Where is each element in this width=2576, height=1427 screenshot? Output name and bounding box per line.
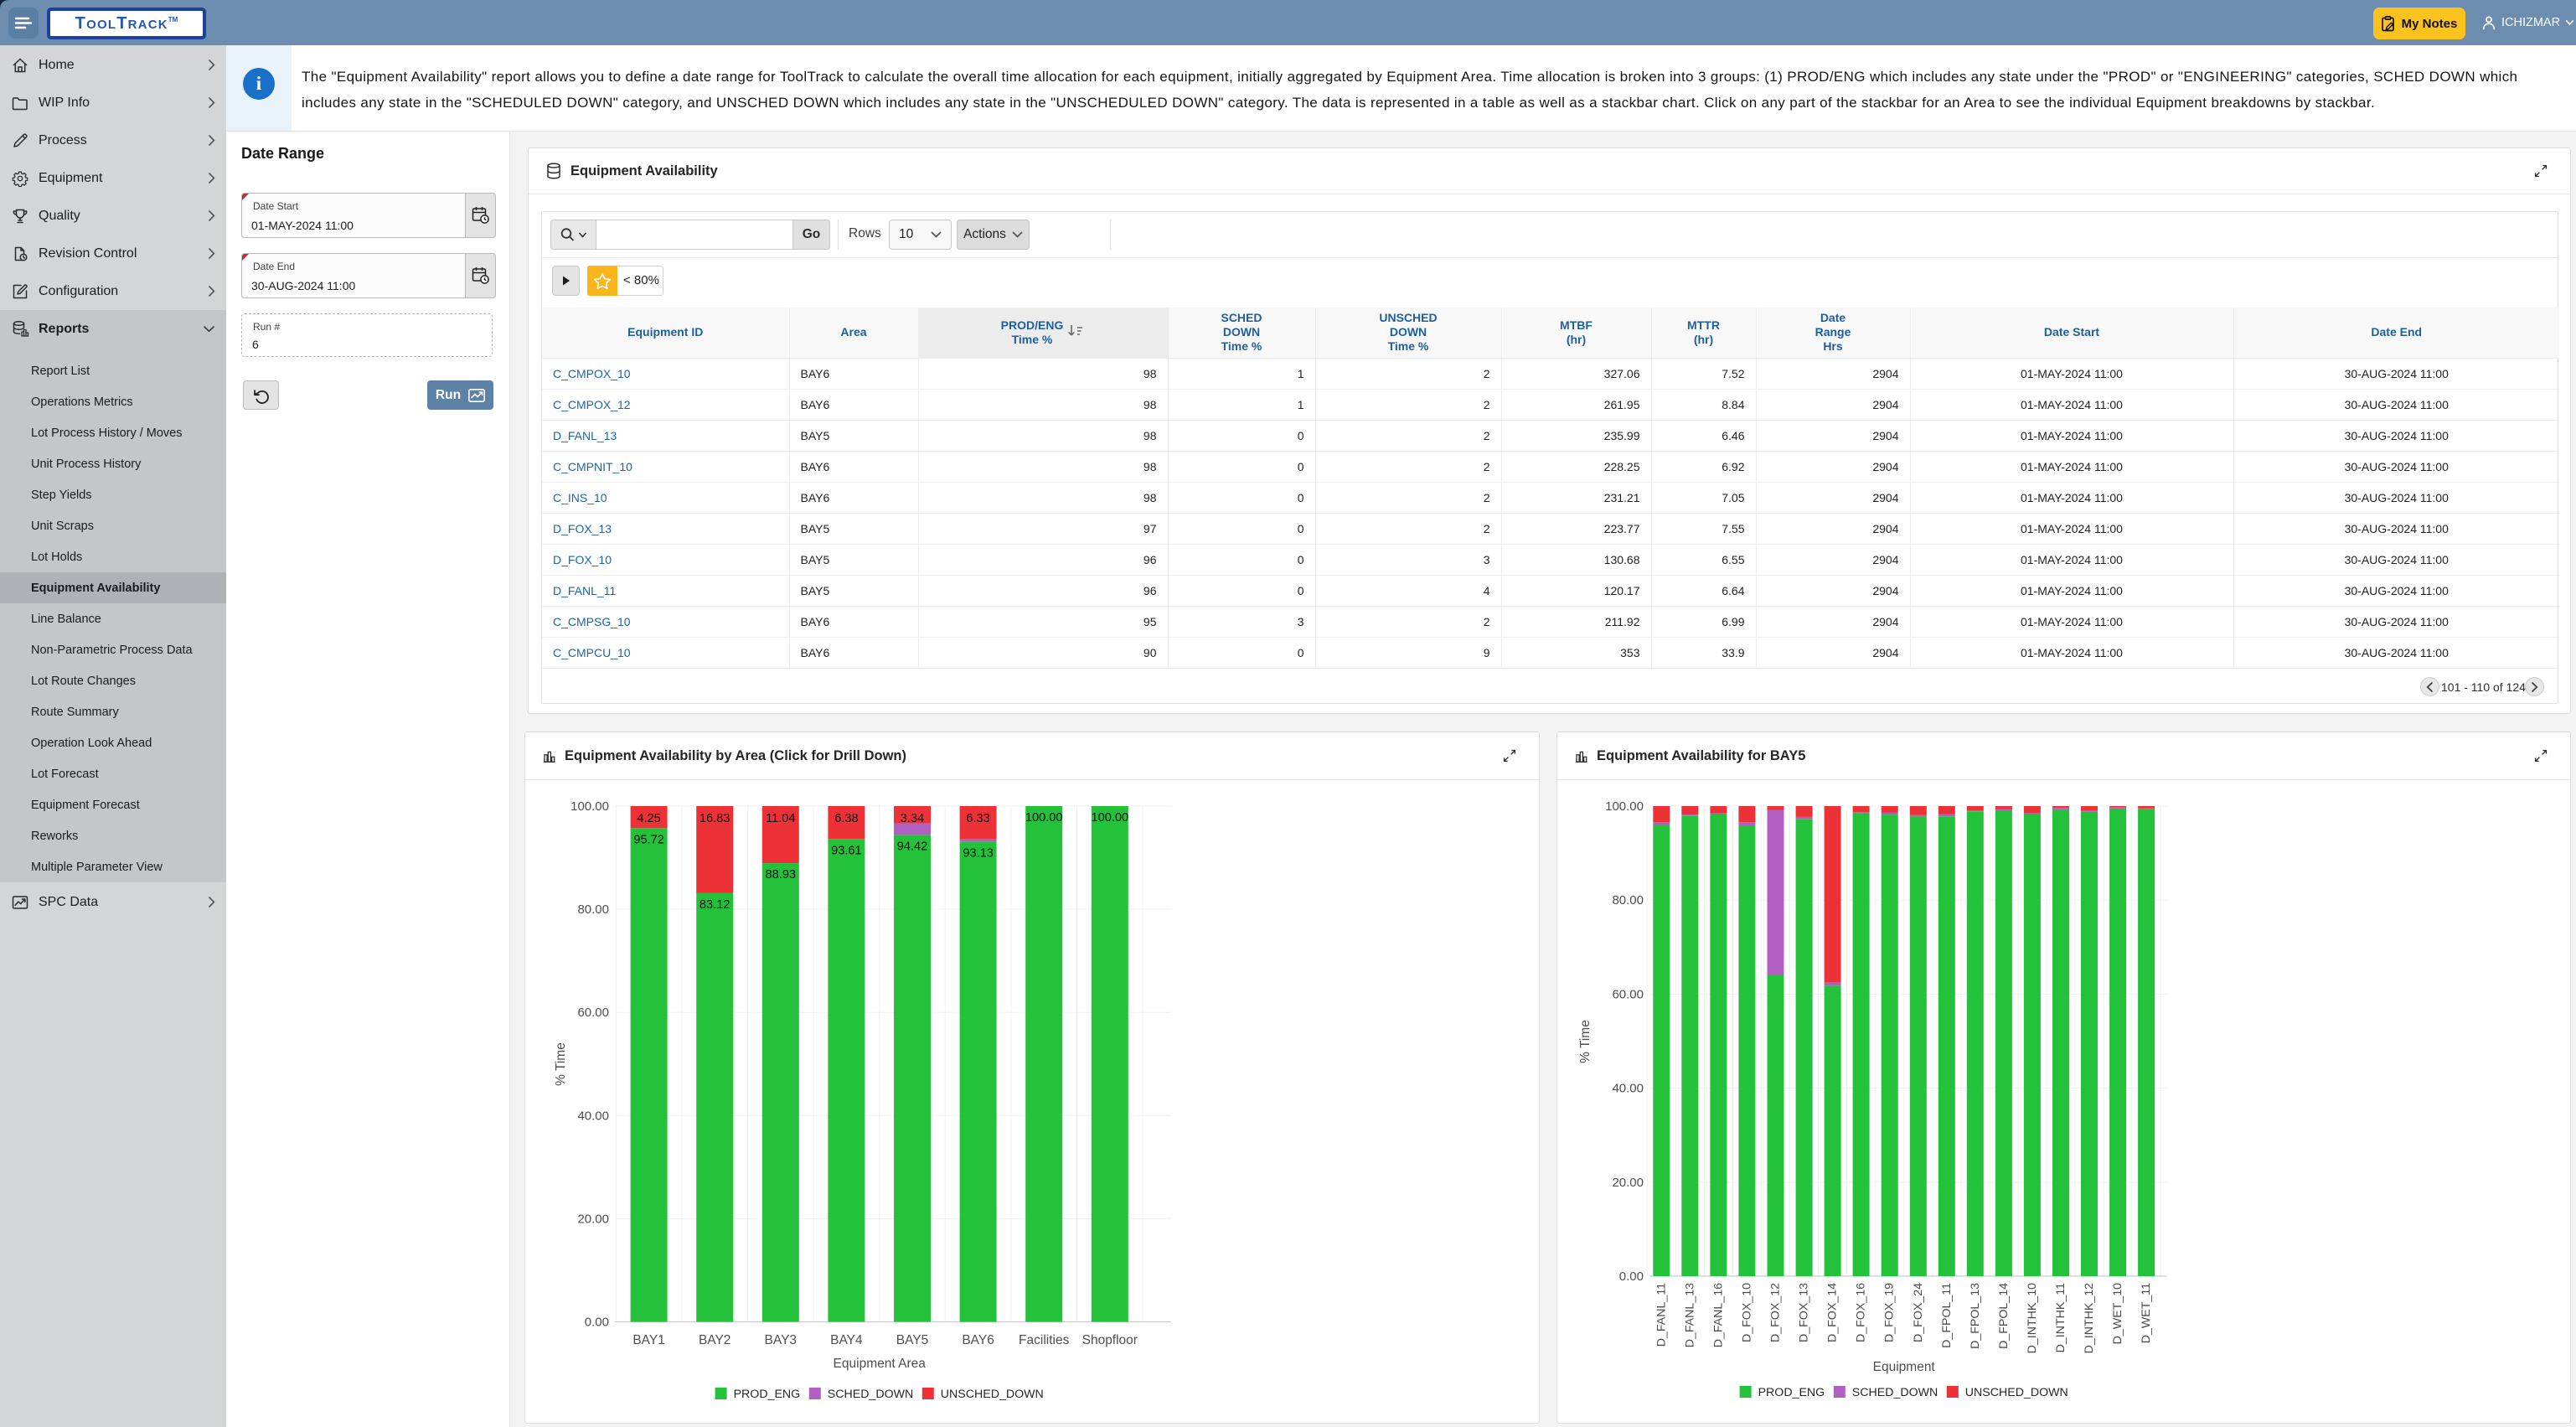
svg-text:SCHED_DOWN: SCHED_DOWN [1852,1386,1938,1399]
svg-text:UNSCHED_DOWN: UNSCHED_DOWN [941,1388,1044,1401]
svg-text:D_WET_11: D_WET_11 [2140,1283,2153,1343]
svg-text:D_FANL_16: D_FANL_16 [1711,1283,1725,1347]
svg-text:D_INTHK_12: D_INTHK_12 [2083,1283,2096,1353]
svg-text:0.00: 0.00 [1619,1269,1644,1284]
svg-text:D_FOX_12: D_FOX_12 [1769,1283,1783,1342]
svg-text:83.12: 83.12 [699,898,730,912]
svg-text:D_FOX_13: D_FOX_13 [1798,1283,1811,1342]
svg-text:BAY1: BAY1 [632,1333,665,1347]
svg-text:93.61: 93.61 [831,844,862,857]
svg-text:88.93: 88.93 [766,868,797,882]
svg-text:% Time: % Time [1578,1020,1593,1063]
svg-text:D_FPOL_13: D_FPOL_13 [1969,1283,1982,1349]
svg-text:Shopfloor: Shopfloor [1082,1333,1138,1347]
svg-text:80.00: 80.00 [577,902,609,917]
svg-text:D_FOX_10: D_FOX_10 [1740,1283,1753,1342]
svg-text:D_FANL_13: D_FANL_13 [1683,1283,1696,1347]
svg-text:D_INTHK_11: D_INTHK_11 [2054,1283,2068,1352]
svg-text:100.00: 100.00 [570,799,609,814]
svg-text:100.00: 100.00 [1605,799,1644,814]
svg-text:D_INTHK_10: D_INTHK_10 [2026,1283,2039,1353]
svg-text:16.83: 16.83 [699,812,730,825]
svg-text:Equipment: Equipment [1873,1360,1936,1374]
svg-text:Equipment Area: Equipment Area [834,1357,927,1371]
svg-text:20.00: 20.00 [577,1212,609,1226]
svg-text:D_FOX_19: D_FOX_19 [1883,1283,1897,1342]
svg-text:% Time: % Time [554,1042,568,1086]
svg-text:6.33: 6.33 [966,812,989,825]
svg-text:D_WET_10: D_WET_10 [2111,1283,2124,1344]
svg-text:80.00: 80.00 [1612,893,1644,907]
svg-text:D_FANL_11: D_FANL_11 [1655,1283,1668,1347]
svg-text:BAY6: BAY6 [962,1333,994,1347]
svg-text:SCHED_DOWN: SCHED_DOWN [828,1388,913,1401]
svg-text:BAY3: BAY3 [765,1333,798,1347]
svg-text:BAY5: BAY5 [896,1333,929,1347]
svg-text:0.00: 0.00 [585,1316,609,1330]
svg-text:93.13: 93.13 [963,846,994,860]
svg-text:6.38: 6.38 [834,812,858,825]
svg-text:94.42: 94.42 [897,840,928,853]
svg-text:4.25: 4.25 [637,812,660,825]
svg-text:D_FOX_24: D_FOX_24 [1912,1283,1925,1342]
svg-text:60.00: 60.00 [577,1006,609,1020]
svg-text:40.00: 40.00 [1612,1082,1644,1096]
svg-text:11.04: 11.04 [766,812,795,825]
svg-text:95.72: 95.72 [633,833,664,846]
svg-text:D_FOX_16: D_FOX_16 [1855,1283,1868,1342]
svg-text:PROD_ENG: PROD_ENG [1758,1386,1825,1399]
svg-text:60.00: 60.00 [1612,987,1644,1001]
svg-text:UNSCHED_DOWN: UNSCHED_DOWN [1965,1386,2068,1399]
svg-text:100.00: 100.00 [1091,811,1128,825]
svg-text:PROD_ENG: PROD_ENG [734,1388,801,1401]
svg-text:BAY2: BAY2 [699,1333,731,1347]
svg-text:BAY4: BAY4 [830,1333,863,1347]
svg-text:40.00: 40.00 [577,1109,609,1123]
svg-text:D_FOX_14: D_FOX_14 [1826,1283,1840,1342]
svg-text:D_FPOL_11: D_FPOL_11 [1940,1283,1954,1348]
svg-text:100.00: 100.00 [1025,811,1063,825]
svg-text:Facilities: Facilities [1019,1333,1070,1347]
svg-text:20.00: 20.00 [1612,1176,1644,1190]
svg-text:D_FPOL_14: D_FPOL_14 [1997,1283,2011,1349]
svg-text:3.34: 3.34 [901,812,924,825]
